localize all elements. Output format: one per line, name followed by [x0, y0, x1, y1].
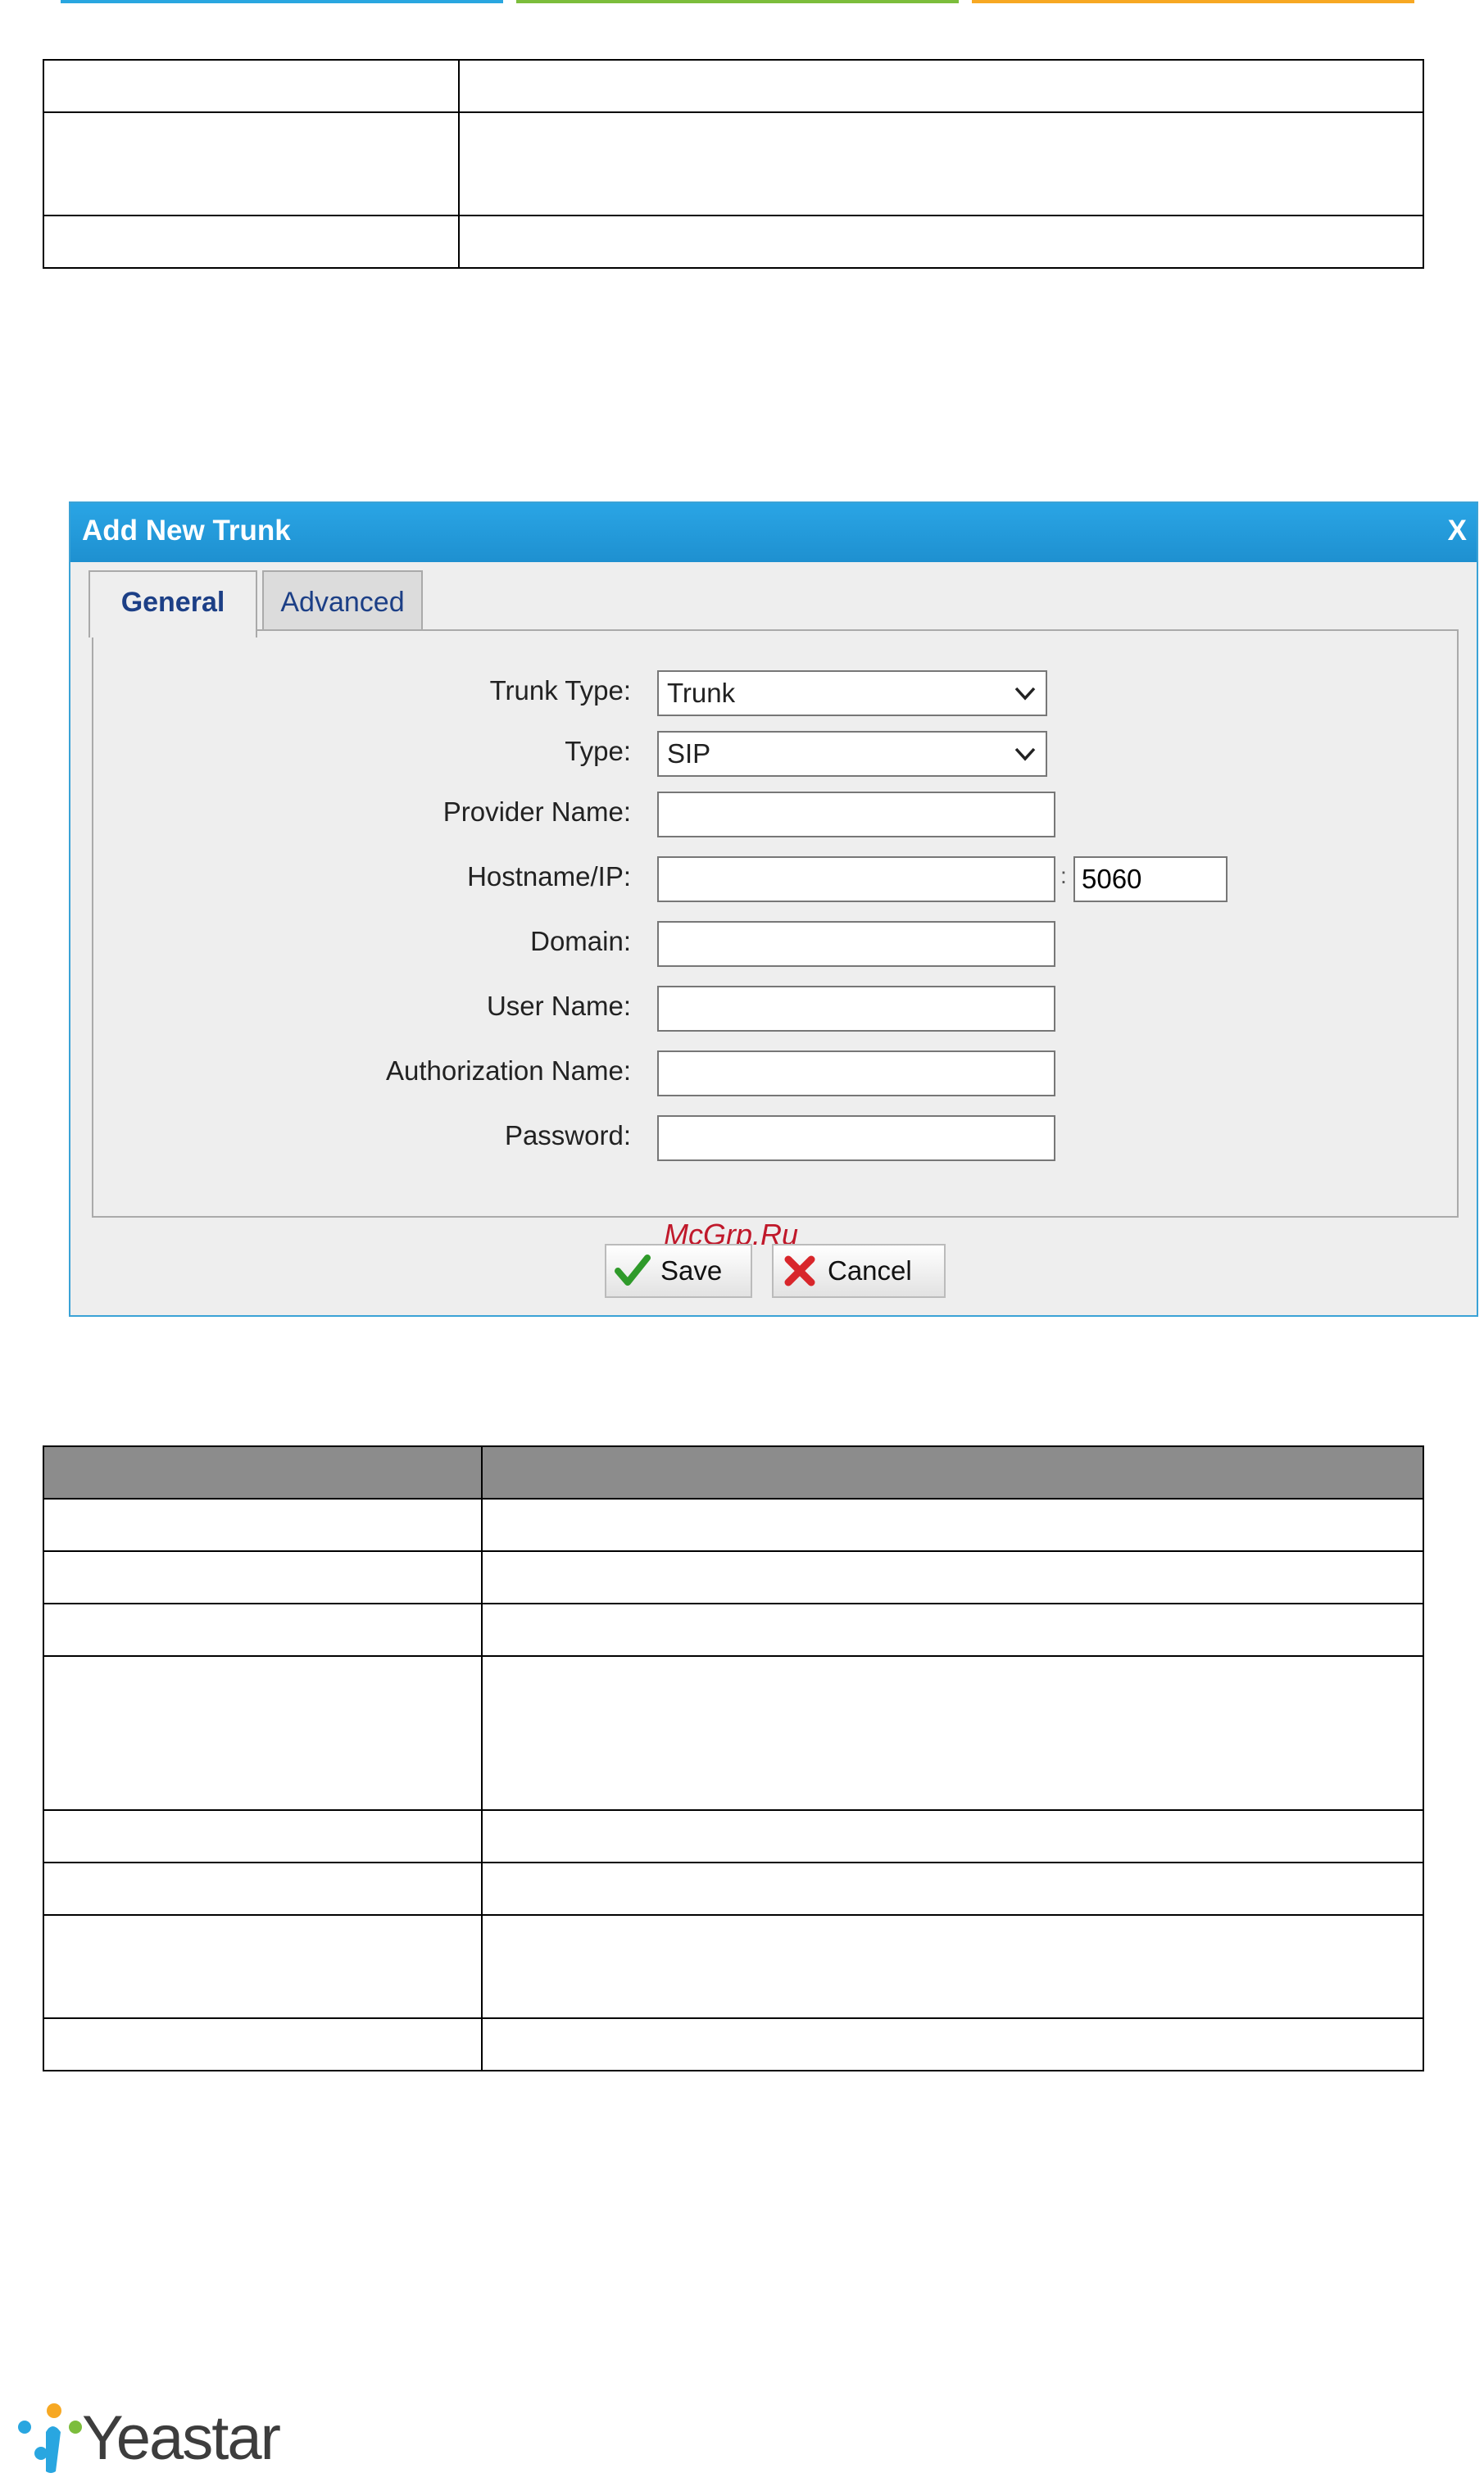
port-separator: :	[1060, 863, 1067, 888]
table-row	[43, 59, 1424, 113]
password-label: Password:	[504, 1120, 631, 1150]
table-row	[43, 1862, 1424, 1916]
cancel-x-icon	[784, 1255, 815, 1286]
table-row	[43, 1914, 1424, 2019]
table-row	[43, 1809, 1424, 1863]
add-new-trunk-dialog: Add New Trunk X General Advanced Trunk T…	[69, 501, 1478, 1317]
checkmark-icon	[615, 1255, 651, 1286]
general-panel: Trunk Type: Trunk Type: SIP Provider Nam…	[92, 629, 1459, 1218]
table-row	[43, 1498, 1424, 1552]
password-input[interactable]	[657, 1115, 1055, 1161]
chevron-down-icon	[1014, 687, 1036, 701]
authorization-name-label: Authorization Name:	[386, 1055, 631, 1086]
table-row	[43, 111, 1424, 216]
close-icon[interactable]: X	[1448, 515, 1467, 547]
dialog-title-bar: Add New Trunk X	[70, 503, 1477, 562]
cancel-button[interactable]: Cancel	[772, 1244, 946, 1298]
trunk-type-select[interactable]: Trunk	[657, 670, 1047, 716]
save-label: Save	[660, 1255, 723, 1286]
provider-name-input[interactable]	[657, 792, 1055, 837]
provider-name-label: Provider Name:	[442, 796, 631, 827]
user-name-label: User Name:	[486, 991, 631, 1021]
top-bar-orange	[972, 0, 1414, 3]
yeastar-logo-text: Yeastar	[82, 2403, 281, 2473]
top-bar-green	[516, 0, 959, 3]
domain-input[interactable]	[657, 921, 1055, 967]
table-row	[43, 1603, 1424, 1657]
save-button[interactable]: Save	[605, 1244, 752, 1298]
domain-label: Domain:	[530, 926, 631, 956]
chevron-down-icon	[1014, 747, 1036, 761]
table-row	[43, 2017, 1424, 2071]
tab-advanced[interactable]: Advanced	[262, 570, 423, 634]
cancel-label: Cancel	[828, 1255, 912, 1286]
top-table	[43, 59, 1424, 269]
table-header-row	[43, 1445, 1424, 1500]
hostname-label: Hostname/IP:	[467, 861, 631, 892]
type-label: Type:	[565, 736, 631, 766]
port-input[interactable]	[1073, 856, 1228, 902]
tab-general[interactable]: General	[88, 570, 257, 638]
trunk-type-label: Trunk Type:	[489, 675, 631, 706]
table-row	[43, 215, 1424, 269]
hostname-input[interactable]	[657, 856, 1055, 902]
table-row	[43, 1550, 1424, 1604]
table-row	[43, 1655, 1424, 1811]
trunk-type-value: Trunk	[667, 678, 736, 708]
user-name-input[interactable]	[657, 986, 1055, 1032]
dialog-title: Add New Trunk	[82, 515, 291, 547]
bottom-table	[43, 1445, 1424, 2071]
authorization-name-input[interactable]	[657, 1050, 1055, 1096]
type-select[interactable]: SIP	[657, 731, 1047, 777]
type-value: SIP	[667, 738, 711, 769]
top-bar-blue	[61, 0, 503, 3]
